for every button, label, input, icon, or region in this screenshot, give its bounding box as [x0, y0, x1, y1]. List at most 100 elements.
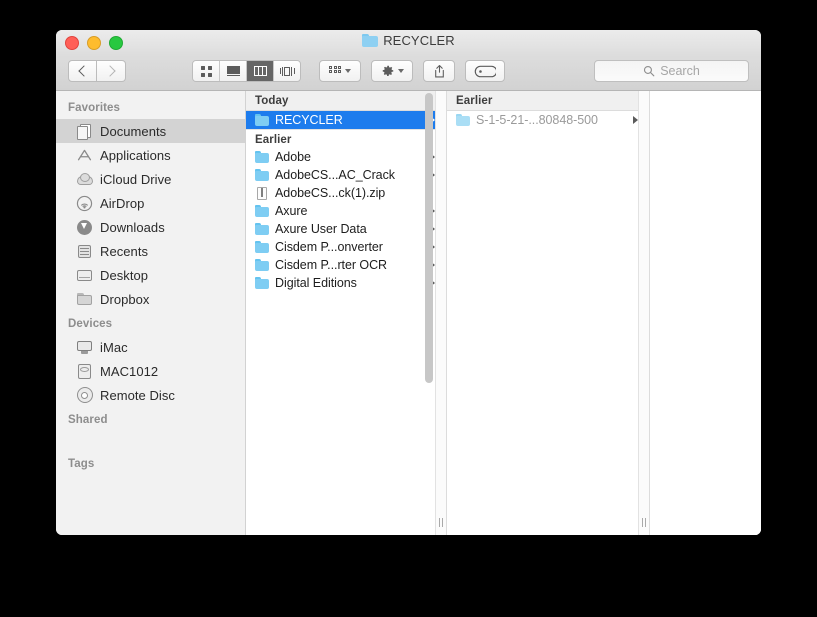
- search-placeholder: Search: [660, 64, 700, 78]
- list-item[interactable]: Cisdem P...onverter: [246, 238, 446, 256]
- list-item[interactable]: Axure User Data: [246, 220, 446, 238]
- sidebar-item-recents[interactable]: Recents: [56, 239, 245, 263]
- remote-disc-icon: [76, 387, 93, 404]
- sidebar-item-imac[interactable]: iMac: [56, 335, 245, 359]
- folder-icon: [255, 258, 269, 272]
- folder-icon: [255, 222, 269, 236]
- back-button[interactable]: [68, 60, 97, 82]
- folder-icon: [255, 204, 269, 218]
- column-view-button[interactable]: [247, 61, 274, 81]
- window-body: Favorites Documents Applications: [56, 91, 761, 535]
- icon-view-button[interactable]: [193, 61, 220, 81]
- sidebar-item-dropbox[interactable]: Dropbox: [56, 287, 245, 311]
- sidebar-item-label: Remote Disc: [100, 388, 175, 403]
- window-titlebar[interactable]: RECYCLER: [56, 30, 761, 52]
- sidebar-item-mac1012[interactable]: MAC1012: [56, 359, 245, 383]
- column-2-resize-handle[interactable]: [638, 91, 649, 535]
- airdrop-icon: [76, 195, 93, 212]
- coverflow-view-button[interactable]: [274, 61, 300, 81]
- finder-window: RECYCLER: [56, 30, 761, 535]
- list-icon: [227, 66, 240, 76]
- grid-icon: [201, 66, 212, 77]
- column-1-content: Today RECYCLER Earlier Adobe: [246, 91, 446, 535]
- column-2: Earlier S-1-5-21-...80848-500: [447, 91, 650, 535]
- chevron-left-icon: [78, 65, 89, 76]
- sidebar-item-desktop[interactable]: Desktop: [56, 263, 245, 287]
- harddisk-icon: [76, 363, 93, 380]
- group-header-today: Today: [246, 91, 446, 111]
- sidebar-item-icloud-drive[interactable]: iCloud Drive: [56, 167, 245, 191]
- list-item-label: RECYCLER: [275, 113, 424, 127]
- sidebar-item-label: iCloud Drive: [100, 172, 171, 187]
- downloads-icon: [76, 219, 93, 236]
- icloud-icon: [76, 171, 93, 188]
- page-title: RECYCLER: [383, 33, 455, 48]
- sidebar-item-label: Desktop: [100, 268, 148, 283]
- column-1-scrollbar[interactable]: [425, 93, 433, 383]
- group-header-earlier: Earlier: [447, 91, 649, 111]
- list-item[interactable]: S-1-5-21-...80848-500: [447, 111, 649, 129]
- imac-icon: [76, 339, 93, 356]
- column-2-content: Earlier S-1-5-21-...80848-500: [447, 91, 649, 535]
- list-item[interactable]: AdobeCS...ck(1).zip: [246, 184, 446, 202]
- forward-button[interactable]: [97, 60, 126, 82]
- list-item[interactable]: RECYCLER: [246, 111, 446, 129]
- share-button[interactable]: [423, 60, 455, 82]
- column-1: Today RECYCLER Earlier Adobe: [246, 91, 447, 535]
- sidebar-section-tags-header: Tags: [56, 451, 245, 475]
- list-item-label: S-1-5-21-...80848-500: [476, 113, 627, 127]
- arrange-button[interactable]: [319, 60, 361, 82]
- columns-icon: [254, 66, 267, 76]
- folder-icon: [255, 150, 269, 164]
- sidebar-item-remote-disc[interactable]: Remote Disc: [56, 383, 245, 407]
- list-item[interactable]: Digital Editions: [246, 274, 446, 292]
- list-item-label: Axure: [275, 204, 424, 218]
- sidebar-item-downloads[interactable]: Downloads: [56, 215, 245, 239]
- sidebar-item-label: Documents: [100, 124, 166, 139]
- applications-icon: [76, 147, 93, 164]
- sidebar-section-devices-header: Devices: [56, 311, 245, 335]
- desktop-icon: [76, 267, 93, 284]
- column-3-content: [650, 91, 761, 535]
- share-icon: [433, 64, 446, 79]
- search-field[interactable]: Search: [594, 60, 749, 82]
- finder-toolbar: Search: [56, 52, 761, 91]
- sidebar-item-label: Applications: [100, 148, 171, 163]
- chevron-down-icon: [345, 69, 351, 73]
- search-icon: [643, 65, 655, 77]
- view-mode-group: [192, 60, 301, 82]
- list-item[interactable]: Adobe: [246, 148, 446, 166]
- sidebar-section-favorites-header: Favorites: [56, 95, 245, 119]
- action-menu-button[interactable]: [371, 60, 413, 82]
- column-3: [650, 91, 761, 535]
- navigation-buttons: [68, 60, 126, 82]
- close-button[interactable]: [65, 36, 79, 50]
- chevron-down-icon: [398, 69, 404, 73]
- list-item[interactable]: AdobeCS...AC_Crack: [246, 166, 446, 184]
- list-item[interactable]: Axure: [246, 202, 446, 220]
- sidebar-item-label: Dropbox: [100, 292, 150, 307]
- sidebar-item-label: Downloads: [100, 220, 165, 235]
- column-1-resize-handle[interactable]: [435, 91, 446, 535]
- folder-icon: [362, 34, 378, 47]
- folder-icon: [76, 291, 93, 308]
- folder-icon: [255, 276, 269, 290]
- coverflow-icon: [280, 66, 295, 77]
- sidebar-item-applications[interactable]: Applications: [56, 143, 245, 167]
- tag-button[interactable]: [465, 60, 505, 82]
- list-item-label: Adobe: [275, 150, 424, 164]
- list-view-button[interactable]: [220, 61, 247, 81]
- list-item[interactable]: Cisdem P...rter OCR: [246, 256, 446, 274]
- list-item-label: Digital Editions: [275, 276, 424, 290]
- sidebar-item-documents[interactable]: Documents: [56, 119, 245, 143]
- sidebar-section-shared-header: Shared: [56, 407, 245, 431]
- maximize-button[interactable]: [109, 36, 123, 50]
- sidebar-item-airdrop[interactable]: AirDrop: [56, 191, 245, 215]
- folder-icon: [456, 113, 470, 127]
- list-item-label: AdobeCS...AC_Crack: [275, 168, 424, 182]
- chevron-right-icon: [104, 65, 115, 76]
- column-browser: Today RECYCLER Earlier Adobe: [246, 91, 761, 535]
- window-title-group: RECYCLER: [56, 33, 761, 48]
- group-header-earlier: Earlier: [246, 129, 446, 148]
- minimize-button[interactable]: [87, 36, 101, 50]
